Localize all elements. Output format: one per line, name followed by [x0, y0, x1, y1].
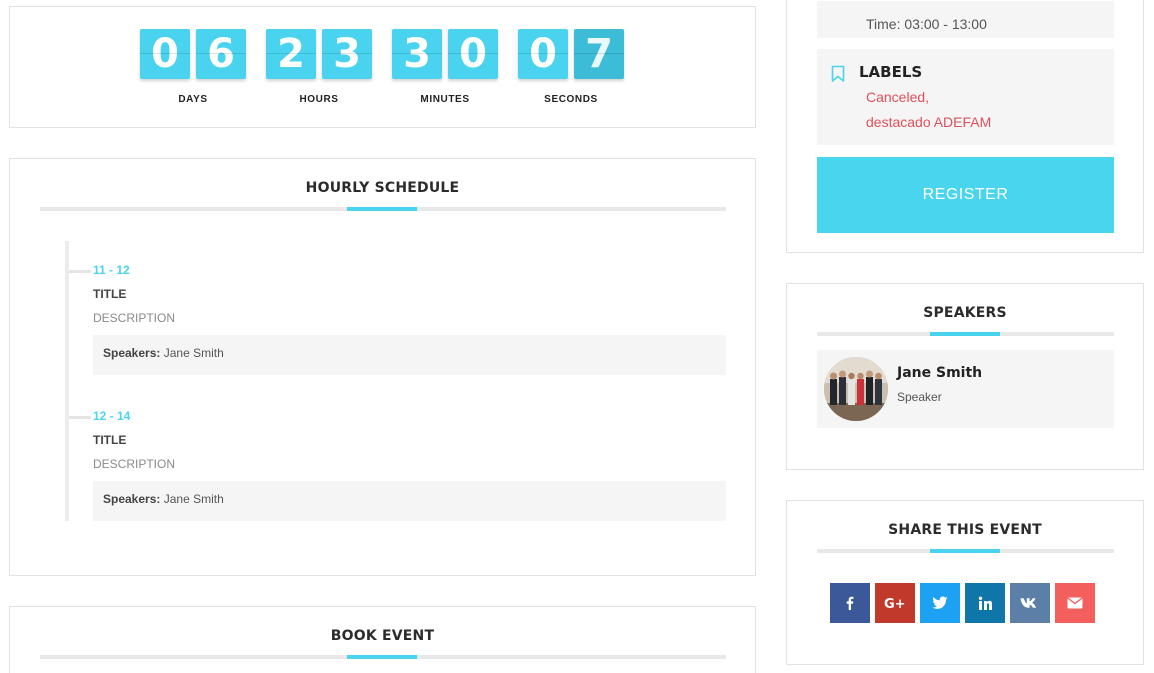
section-title-hourly-schedule: HOURLY SCHEDULE — [305, 180, 460, 196]
section-title-share: SHARE THIS EVENT — [888, 522, 1042, 538]
countdown-digit: 3 — [322, 29, 372, 79]
countdown-digit: 0 — [140, 29, 190, 79]
countdown-digit: 6 — [196, 29, 246, 79]
countdown-digit: 2 — [266, 29, 316, 79]
section-title-speakers: SPEAKERS — [923, 305, 1007, 321]
speakers-panel: SPEAKERS Jane Smith Speaker — [786, 283, 1144, 470]
section-title-book-event: BOOK EVENT — [330, 628, 435, 644]
countdown-label-hours: HOURS — [299, 94, 339, 105]
section-divider — [40, 655, 726, 659]
label-canceled[interactable]: Canceled, — [866, 89, 929, 105]
book-event-panel: BOOK EVENT — [9, 606, 756, 673]
section-divider — [817, 549, 1114, 553]
schedule-speakers: Speakers: Jane Smith — [93, 335, 726, 375]
schedule-time: 11 - 12 — [93, 263, 130, 277]
speaker-role: Speaker — [897, 390, 942, 404]
countdown-seconds: 0 7 SECONDS — [518, 29, 624, 105]
schedule-title: TITLE — [93, 287, 127, 301]
facebook-icon — [846, 596, 854, 610]
section-divider — [817, 332, 1114, 336]
speaker-photo — [824, 357, 888, 421]
event-time: Time: 03:00 - 13:00 — [866, 16, 987, 32]
section-divider — [40, 207, 726, 211]
schedule-title: TITLE — [93, 433, 127, 447]
event-time-row: Time: 03:00 - 13:00 — [817, 1, 1114, 38]
schedule-speakers: Speakers: Jane Smith — [93, 481, 726, 521]
facebook-share-button[interactable] — [830, 583, 870, 623]
speakers-value[interactable]: Jane Smith — [164, 346, 224, 360]
countdown-label-minutes: MINUTES — [420, 94, 470, 105]
avatar[interactable] — [824, 357, 888, 421]
countdown-digit: 3 — [392, 29, 442, 79]
speaker-card[interactable]: Jane Smith Speaker — [817, 350, 1114, 428]
speakers-value[interactable]: Jane Smith — [164, 492, 224, 506]
countdown-digit: 7 — [574, 29, 624, 79]
countdown-digit: 0 — [518, 29, 568, 79]
bookmark-icon — [831, 65, 845, 82]
svg-text:G+: G+ — [884, 597, 906, 611]
countdown-digit: 0 — [448, 29, 498, 79]
countdown-label-days: DAYS — [178, 94, 208, 105]
timeline-tick — [69, 416, 91, 419]
schedule-description: DESCRIPTION — [93, 457, 176, 471]
schedule-item: 12 - 14 TITLE DESCRIPTION Speakers: Jane… — [69, 409, 726, 521]
speakers-label: Speakers: — [103, 492, 161, 506]
email-icon — [1067, 597, 1083, 609]
countdown-hours: 2 3 HOURS — [266, 29, 372, 105]
twitter-icon — [932, 596, 948, 609]
countdown-minutes: 3 0 MINUTES — [392, 29, 498, 105]
labels-heading: LABELS — [859, 63, 923, 81]
register-button[interactable]: REGISTER — [817, 157, 1114, 233]
google-plus-icon: G+ — [884, 597, 906, 611]
speakers-label: Speakers: — [103, 346, 161, 360]
share-buttons: G+ — [830, 583, 1095, 623]
twitter-share-button[interactable] — [920, 583, 960, 623]
hourly-schedule-panel: HOURLY SCHEDULE 11 - 12 TITLE DESCRIPTIO… — [9, 158, 756, 576]
speaker-name[interactable]: Jane Smith — [897, 365, 982, 381]
linkedin-share-button[interactable] — [965, 583, 1005, 623]
schedule-item: 11 - 12 TITLE DESCRIPTION Speakers: Jane… — [69, 263, 726, 375]
schedule-time: 12 - 14 — [93, 409, 131, 423]
countdown-panel: 0 6 DAYS 2 3 HOURS 3 0 MINUTES 0 7 SECON… — [9, 6, 756, 128]
countdown-label-seconds: SECONDS — [544, 94, 598, 105]
timeline-line — [65, 241, 69, 521]
share-panel: SHARE THIS EVENT G+ — [786, 500, 1144, 665]
event-info-panel: Time: 03:00 - 13:00 LABELS Canceled, des… — [786, 0, 1144, 253]
google-plus-share-button[interactable]: G+ — [875, 583, 915, 623]
email-share-button[interactable] — [1055, 583, 1095, 623]
vk-icon — [1020, 598, 1036, 608]
vk-share-button[interactable] — [1010, 583, 1050, 623]
schedule-description: DESCRIPTION — [93, 311, 176, 325]
linkedin-icon — [978, 596, 992, 610]
event-labels-row: LABELS Canceled, destacado ADEFAM — [817, 49, 1114, 145]
timeline-tick — [69, 270, 91, 273]
label-destacado[interactable]: destacado ADEFAM — [866, 114, 991, 130]
countdown-days: 0 6 DAYS — [140, 29, 246, 105]
